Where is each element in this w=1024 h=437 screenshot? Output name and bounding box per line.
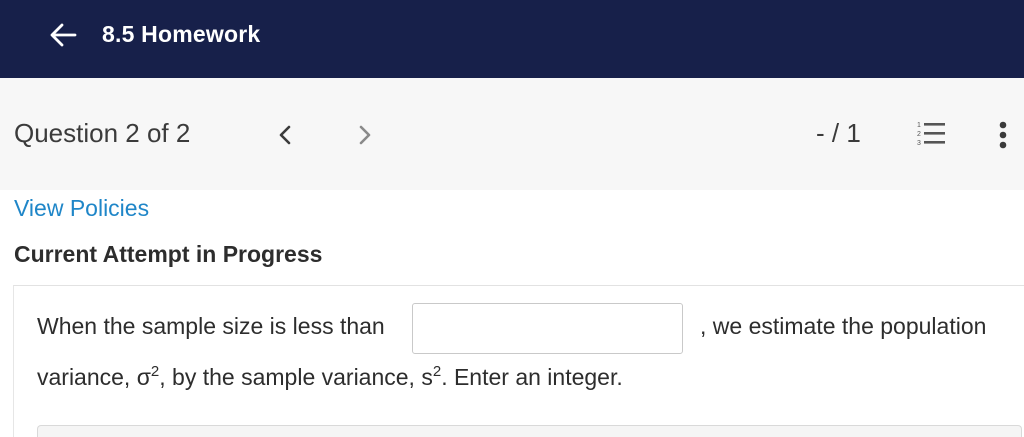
numbered-list-icon[interactable]: 1 2 3	[915, 120, 947, 148]
question-line2-part3: . Enter an integer.	[441, 364, 623, 390]
previous-question-chevron-left-icon[interactable]	[275, 123, 295, 147]
view-policies-link[interactable]: View Policies	[14, 195, 149, 222]
question-line2-part2: , by the sample variance, s	[159, 364, 433, 390]
s-squared-exponent: 2	[432, 363, 442, 380]
top-header-bar: 8.5 Homework	[0, 0, 1024, 78]
question-text-after-input: , we estimate the population	[700, 313, 987, 339]
svg-text:2: 2	[917, 131, 921, 138]
question-text-line-2: variance, σ2, by the sample variance, s2…	[37, 364, 623, 391]
back-arrow-icon[interactable]	[49, 22, 77, 48]
svg-text:3: 3	[917, 140, 921, 147]
next-question-chevron-right-icon[interactable]	[355, 123, 375, 147]
answer-input[interactable]	[412, 303, 683, 354]
question-navigation-bar: Question 2 of 2 - / 1 1 2 3	[0, 78, 1024, 190]
question-line2-part1: variance, σ	[37, 364, 151, 390]
question-counter: Question 2 of 2	[14, 118, 191, 148]
answer-feedback-panel	[37, 425, 1022, 437]
question-text-before-input: When the sample size is less than	[37, 313, 385, 339]
svg-text:1: 1	[917, 122, 921, 129]
assignment-title: 8.5 Homework	[102, 21, 261, 47]
sigma-squared-exponent: 2	[150, 363, 160, 380]
question-score: - / 1	[816, 118, 861, 148]
more-options-vertical-dots-icon[interactable]	[996, 120, 1010, 152]
attempt-heading: Current Attempt in Progress	[14, 241, 323, 267]
